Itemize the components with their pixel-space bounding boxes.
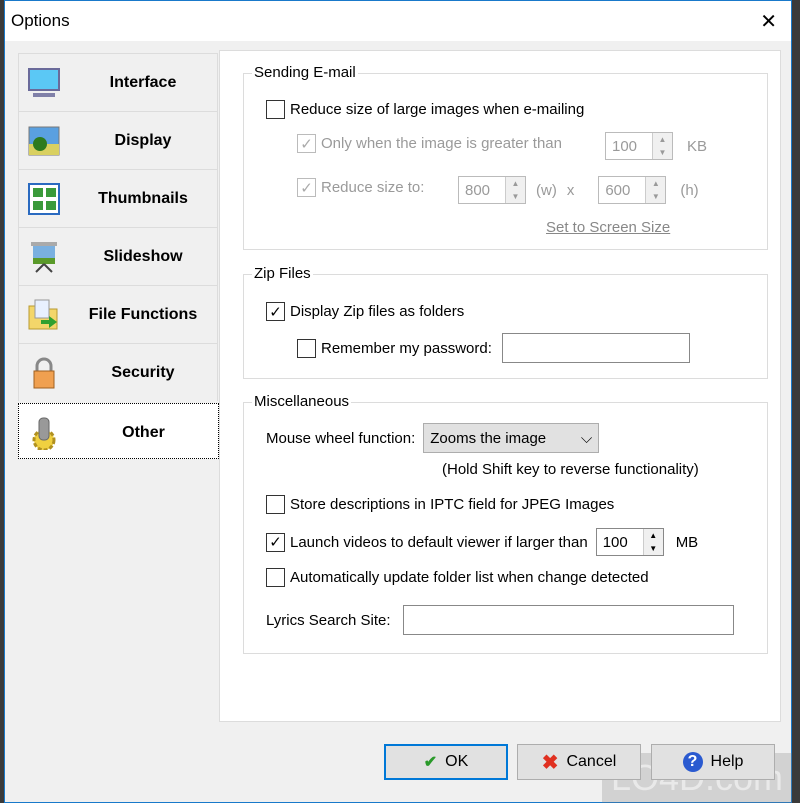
gear-icon [32,417,56,450]
options-panel: Sending E-mail Reduce size of large imag… [219,50,781,722]
reduce-to-row: ✓ Reduce size to: [297,178,424,197]
sidebar-item-label: Security [111,364,175,381]
launch-videos-checkbox[interactable]: ✓ [266,532,285,552]
lyrics-search-input[interactable] [402,605,734,635]
iptc-checkbox[interactable] [266,495,285,514]
only-when-row: ✓ Only when the image is greater than [297,134,562,153]
sidebar-item-thumbnails[interactable]: Thumbnails [18,169,218,227]
sidebar-item-label: Slideshow [103,248,183,265]
help-icon: ? [682,752,703,772]
title-bar: Options ✕ [5,1,791,41]
sidebar-item-label: Display [114,132,172,149]
reduce-size-row: Reduce size of large images when e-maili… [266,100,584,119]
folder-arrow-icon [28,299,58,330]
sidebar-item-label: File Functions [88,306,198,323]
height-label: (h) [680,181,699,199]
miscellaneous-group: Miscellaneous Mouse wheel function: Zooms… [243,393,768,654]
projector-icon [31,242,57,273]
cancel-button[interactable]: ✖ Cancel [517,744,641,780]
sidebar-item-label: Thumbnails [98,190,188,207]
sidebar-item-slideshow[interactable]: Slideshow [18,227,218,285]
spinner-value: 600 [605,181,631,199]
thumbnails-icon [28,183,60,215]
sidebar-item-label: Interface [109,74,177,91]
spinner-arrows[interactable]: ▲ ▼ [652,133,672,159]
select-value: Zooms the image [430,429,547,447]
set-to-screen-size-link[interactable]: Set to Screen Size [546,219,670,236]
padlock-icon [33,357,55,389]
checkbox-label: Display Zip files as folders [290,303,465,320]
sidebar-item-interface[interactable]: Interface [18,53,218,111]
width-spinner[interactable]: 800 ▲ ▼ [458,176,526,204]
sidebar-item-label: Other [122,424,165,441]
x-icon: ✖ [541,751,559,774]
checkbox-label: Store descriptions in IPTC field for JPE… [290,496,615,513]
size-kb-spinner[interactable]: 100 ▲ ▼ [605,132,673,160]
checkbox-label: Only when the image is greater than [321,135,562,152]
width-label: (w) [536,181,557,199]
reduce-size-checkbox[interactable] [266,100,285,119]
display-zip-checkbox[interactable]: ✓ [266,302,285,321]
window-title: Options [11,11,70,30]
checkmark-icon: ✔ [423,754,438,771]
reduce-to-checkbox[interactable]: ✓ [297,178,316,197]
spinner-arrows[interactable]: ▲ ▼ [645,177,666,203]
monitor-icon [28,68,60,97]
password-input[interactable] [501,333,690,363]
unit-label: KB [687,137,708,155]
ok-button[interactable]: ✔ OK [384,744,508,780]
sidebar-item-security[interactable]: Security [18,343,218,401]
mouse-wheel-label: Mouse wheel function: [266,429,416,447]
spinner-arrows[interactable]: ▲ ▼ [642,529,663,555]
close-icon[interactable]: ✕ [760,9,777,34]
button-label: Help [710,753,744,770]
spinner-value: 800 [465,181,491,199]
auto-update-checkbox[interactable] [266,568,285,587]
sidebar-item-other[interactable]: Other [18,403,219,459]
picture-icon [28,126,60,156]
spinner-value: 100 [602,533,628,551]
chevron-down-icon: ⌵ [580,429,593,447]
remember-password-checkbox[interactable] [297,338,316,358]
dimensions-row: 800 ▲ ▼ (w) x 600 ▲ ▼ (h) [458,176,699,204]
unit-label: MB [675,533,699,551]
sending-email-group: Sending E-mail Reduce size of large imag… [243,64,768,250]
checkbox-label: Launch videos to default viewer if large… [290,533,588,551]
checkbox-label: Remember my password: [321,339,492,357]
spinner-arrows[interactable]: ▲ ▼ [505,177,525,203]
group-title: Zip Files [252,265,313,282]
checkbox-label: Reduce size to: [321,179,425,196]
button-label: OK [445,753,469,770]
options-dialog: Options ✕ Interface Display Thumbnails S… [4,0,792,803]
category-sidebar: Interface Display Thumbnails Slideshow F… [18,53,219,459]
group-title: Miscellaneous [252,393,352,410]
times-label: x [566,181,575,199]
lyrics-label: Lyrics Search Site: [266,611,391,629]
mouse-wheel-select[interactable]: Zooms the image ⌵ [423,423,600,453]
video-size-spinner[interactable]: 100 ▲ ▼ [595,528,664,556]
spinner-value: 100 [612,137,638,155]
checkbox-label: Reduce size of large images when e-maili… [290,101,585,118]
zip-files-group: Zip Files ✓ Display Zip files as folders … [243,265,768,379]
shift-hint: (Hold Shift key to reverse functionality… [442,461,699,478]
only-when-checkbox[interactable]: ✓ [297,134,316,153]
checkbox-label: Automatically update folder list when ch… [290,569,649,586]
only-when-spinner-row: 100 ▲ ▼ KB [605,132,707,160]
help-button[interactable]: ? Help [651,744,775,780]
sidebar-item-file-functions[interactable]: File Functions [18,285,218,343]
group-title: Sending E-mail [252,64,358,81]
sidebar-item-display[interactable]: Display [18,111,218,169]
button-label: Cancel [566,753,617,770]
height-spinner[interactable]: 600 ▲ ▼ [598,176,667,204]
